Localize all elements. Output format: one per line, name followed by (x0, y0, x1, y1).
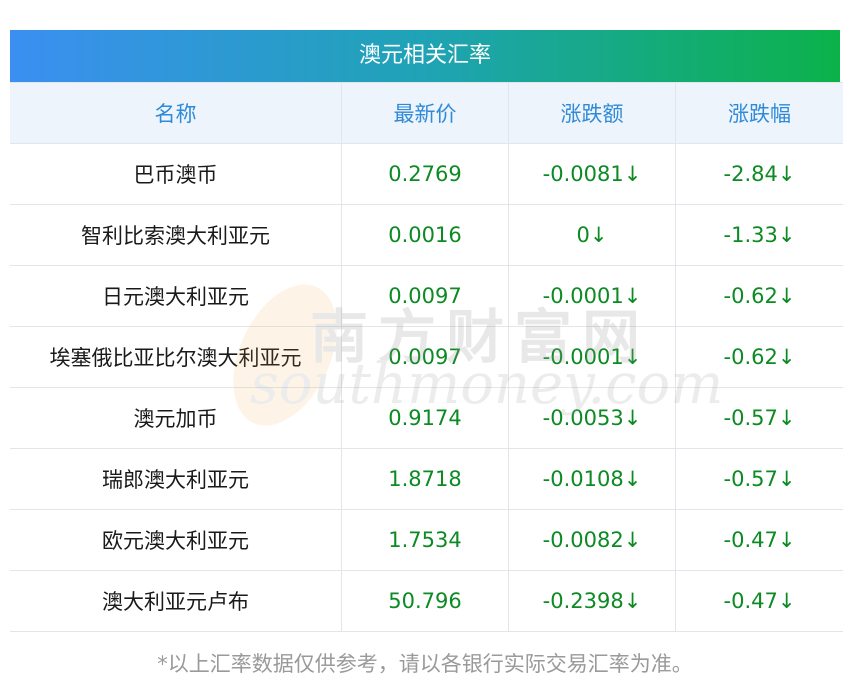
change-amount: 0↓ (508, 204, 676, 266)
change-amount: -0.0053↓ (508, 387, 676, 449)
latest-price: 0.2769 (341, 143, 509, 205)
change-amount: -0.0081↓ (508, 143, 676, 205)
change-amount: -0.2398↓ (508, 570, 676, 632)
latest-price: 1.8718 (341, 448, 509, 510)
currency-pair-name[interactable]: 日元澳大利亚元 (10, 265, 342, 327)
table-row[interactable]: 欧元澳大利亚元 1.7534 -0.0082↓ -0.47↓ (10, 509, 843, 571)
disclaimer-note: *以上汇率数据仅供参考，请以各银行实际交易汇率为准。 (157, 652, 693, 676)
currency-pair-name[interactable]: 埃塞俄比亚比尔澳大利亚元 (10, 326, 342, 388)
change-percent: -0.62↓ (675, 265, 843, 327)
change-percent: -0.47↓ (675, 570, 843, 632)
rates-table: 名称 最新价 涨跌额 涨跌幅 巴币澳币 0.2769 -0.0081↓ -2.8… (10, 82, 843, 632)
latest-price: 0.9174 (341, 387, 509, 449)
table-row[interactable]: 澳大利亚元卢布 50.796 -0.2398↓ -0.47↓ (10, 570, 843, 632)
column-header-name[interactable]: 名称 (10, 82, 342, 144)
table-row[interactable]: 智利比索澳大利亚元 0.0016 0↓ -1.33↓ (10, 204, 843, 266)
currency-pair-name[interactable]: 澳大利亚元卢布 (10, 570, 342, 632)
currency-pair-name[interactable]: 巴币澳币 (10, 143, 342, 205)
column-header-change[interactable]: 涨跌额 (508, 82, 676, 144)
change-percent: -0.57↓ (675, 448, 843, 510)
currency-pair-name[interactable]: 瑞郎澳大利亚元 (10, 448, 342, 510)
latest-price: 0.0097 (341, 326, 509, 388)
change-amount: -0.0001↓ (508, 326, 676, 388)
rates-panel: 澳元相关汇率 名称 最新价 涨跌额 涨跌幅 巴币澳币 0.2769 -0.008… (10, 30, 843, 632)
change-amount: -0.0001↓ (508, 265, 676, 327)
table-row[interactable]: 日元澳大利亚元 0.0097 -0.0001↓ -0.62↓ (10, 265, 843, 327)
latest-price: 0.0097 (341, 265, 509, 327)
change-percent: -0.57↓ (675, 387, 843, 449)
change-amount: -0.0108↓ (508, 448, 676, 510)
latest-price: 0.0016 (341, 204, 509, 266)
currency-pair-name[interactable]: 澳元加币 (10, 387, 342, 449)
column-header-percent[interactable]: 涨跌幅 (675, 82, 843, 144)
currency-pair-name[interactable]: 欧元澳大利亚元 (10, 509, 342, 571)
change-percent: -0.47↓ (675, 509, 843, 571)
change-percent: -0.62↓ (675, 326, 843, 388)
latest-price: 1.7534 (341, 509, 509, 571)
table-row[interactable]: 埃塞俄比亚比尔澳大利亚元 0.0097 -0.0001↓ -0.62↓ (10, 326, 843, 388)
currency-pair-name[interactable]: 智利比索澳大利亚元 (10, 204, 342, 266)
column-header-price[interactable]: 最新价 (341, 82, 509, 144)
table-header-row: 名称 最新价 涨跌额 涨跌幅 (10, 82, 843, 144)
change-percent: -1.33↓ (675, 204, 843, 266)
table-row[interactable]: 瑞郎澳大利亚元 1.8718 -0.0108↓ -0.57↓ (10, 448, 843, 510)
table-row[interactable]: 巴币澳币 0.2769 -0.0081↓ -2.84↓ (10, 143, 843, 205)
latest-price: 50.796 (341, 570, 509, 632)
change-amount: -0.0082↓ (508, 509, 676, 571)
change-percent: -2.84↓ (675, 143, 843, 205)
panel-title: 澳元相关汇率 (10, 30, 840, 82)
table-row[interactable]: 澳元加币 0.9174 -0.0053↓ -0.57↓ (10, 387, 843, 449)
